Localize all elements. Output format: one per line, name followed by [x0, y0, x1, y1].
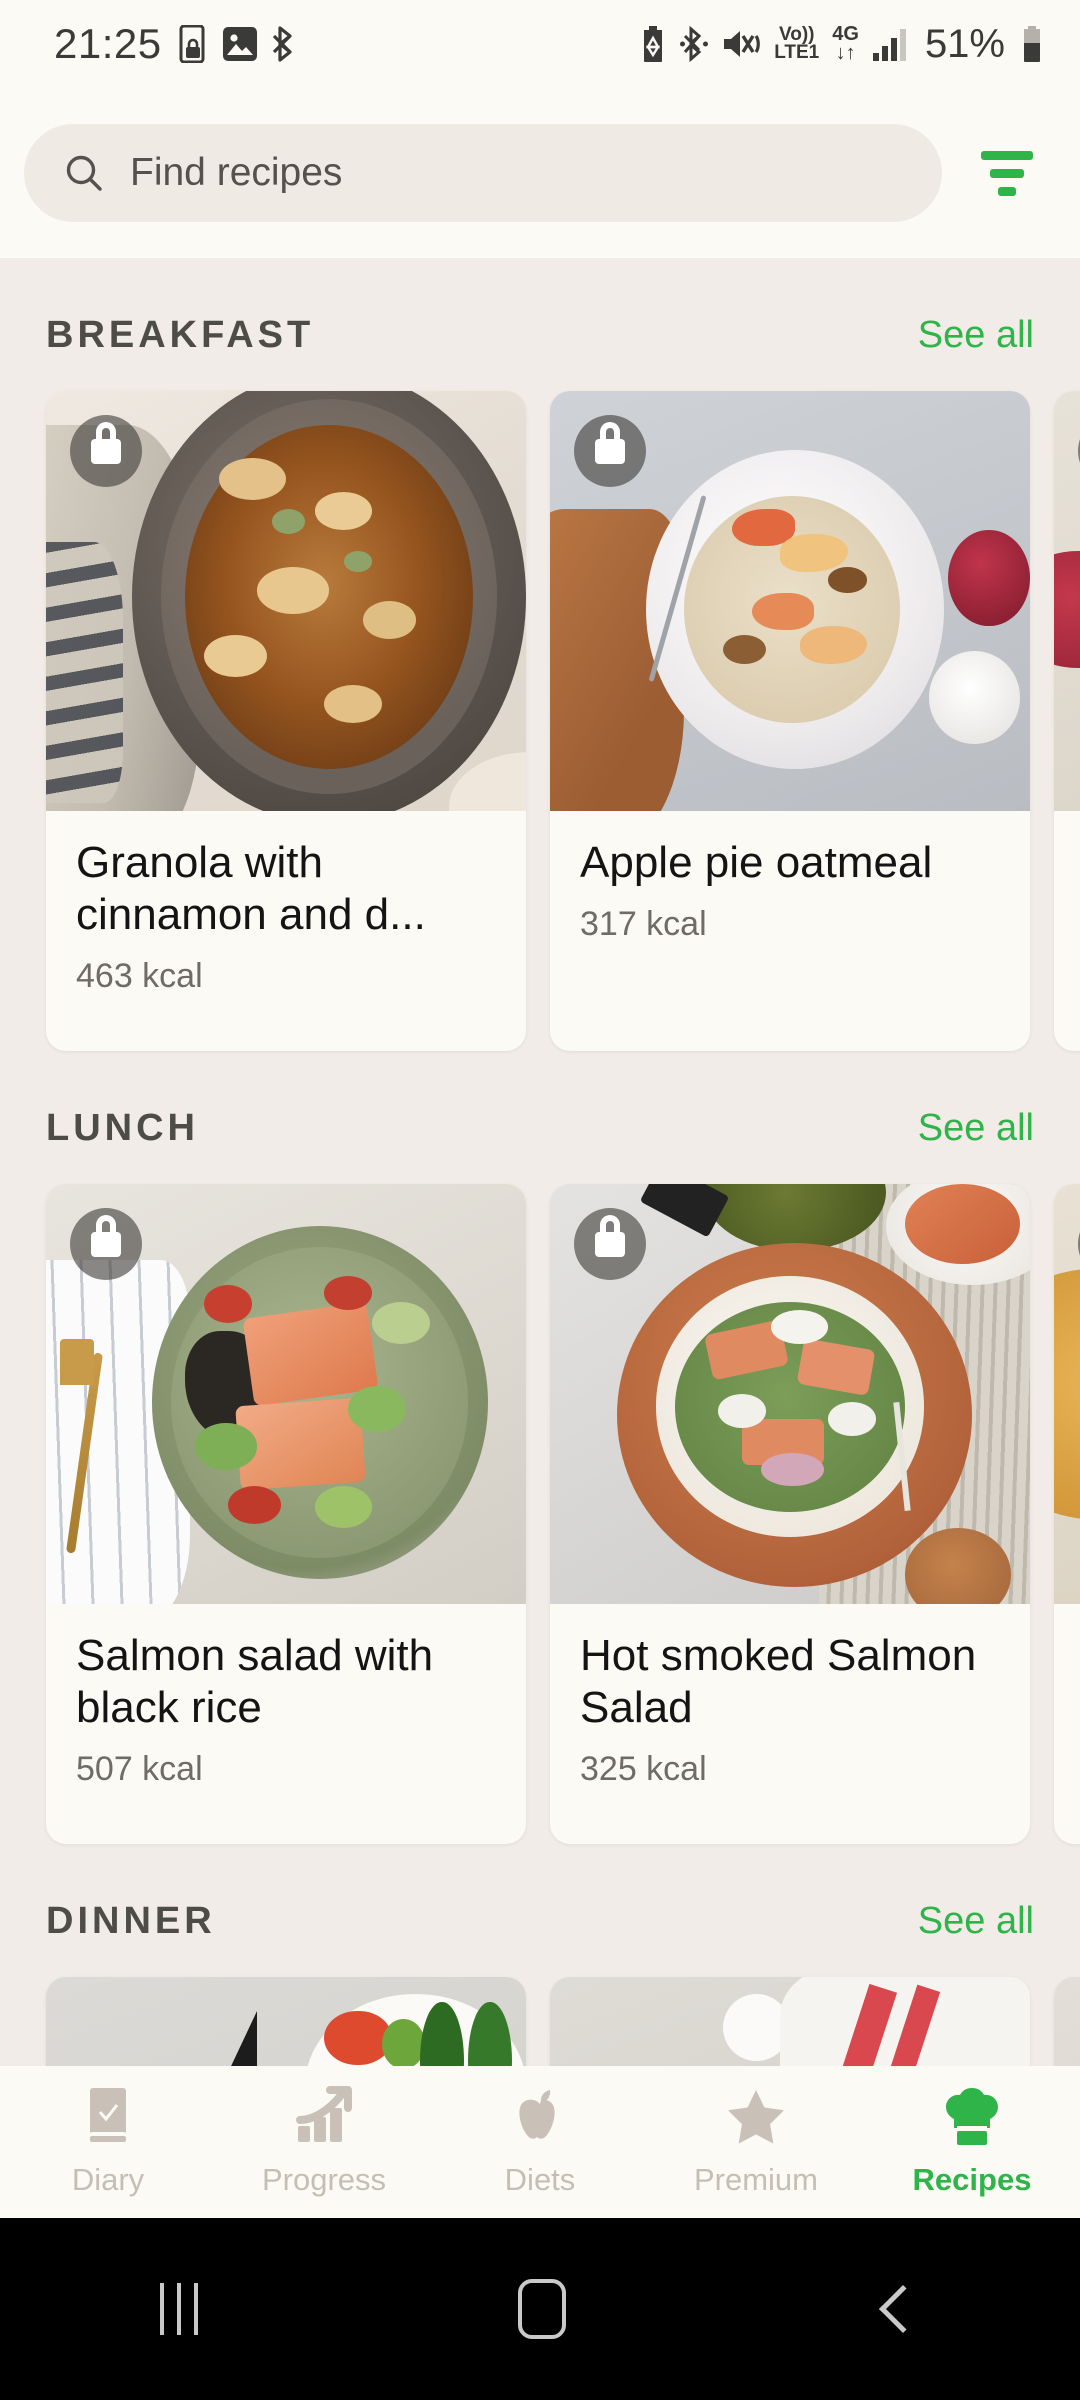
status-bar-left: 21:25 — [54, 20, 298, 68]
filter-bar-top — [981, 150, 1033, 160]
tab-label: Diary — [71, 2162, 145, 2197]
tab-label: Diets — [504, 2162, 576, 2197]
recipe-card[interactable] — [1054, 391, 1080, 1051]
bluetooth-icon — [272, 26, 292, 62]
lock-badge — [70, 1208, 142, 1280]
section-title: LUNCH — [46, 1107, 199, 1149]
android-navigation-bar — [0, 2218, 1080, 2400]
smoked-salmon-photo — [550, 1184, 1030, 1604]
tab-label: Progress — [261, 2162, 387, 2197]
search-icon — [66, 155, 102, 191]
see-all-lunch[interactable]: See all — [918, 1107, 1034, 1150]
recipe-title: Apple pie oatmeal — [580, 838, 933, 887]
lock-badge — [70, 415, 142, 487]
salmon-salad-photo — [46, 1184, 526, 1604]
recipe-kcal: 507 kcal — [76, 1749, 203, 1788]
filter-bar-bottom — [998, 186, 1016, 196]
progress-chart-icon — [294, 2086, 354, 2148]
recipe-card-body: Granola with cinnamon and d... 463 kcal — [46, 811, 526, 1051]
diary-book-icon — [81, 2086, 135, 2148]
bottom-tab-bar: Diary Progress Diets Premium Recipes — [0, 2066, 1080, 2218]
granola-bowl-photo — [46, 391, 526, 811]
tab-diary[interactable]: Diary — [0, 2086, 216, 2198]
signal-bars-icon — [872, 29, 906, 61]
section-header-breakfast: BREAKFAST See all — [0, 314, 1080, 357]
lock-icon — [595, 421, 625, 464]
recipe-kcal: 317 kcal — [580, 904, 707, 943]
recipe-kcal: 463 kcal — [76, 956, 203, 995]
recipe-card[interactable]: Granola with cinnamon and d... 463 kcal — [46, 391, 526, 1051]
recipe-card[interactable]: Salmon salad with black rice 507 kcal — [46, 1184, 526, 1844]
back-icon[interactable] — [878, 2284, 928, 2334]
dish-photo — [1054, 1184, 1080, 1604]
photos-icon — [222, 27, 257, 61]
status-bar: 21:25 Vo)) LTE1 4G ↓↑ 51% — [0, 0, 1080, 88]
search-header: Find recipes — [0, 88, 1080, 258]
oatmeal-bowl-photo — [550, 391, 1030, 811]
recipe-card-body: Hot smoked Salmon Salad 325 kcal — [550, 1604, 1030, 1844]
volte-icon: Vo)) LTE1 — [774, 23, 820, 63]
recents-icon[interactable] — [160, 2283, 198, 2335]
app-root: 21:25 Vo)) LTE1 4G ↓↑ 51% Find recipes B… — [0, 0, 1080, 2400]
battery-icon — [1024, 26, 1040, 62]
filter-bar-mid — [990, 168, 1024, 178]
lock-badge — [574, 415, 646, 487]
network-4g-icon: 4G ↓↑ — [832, 23, 859, 64]
battery-saver-icon — [644, 26, 663, 62]
section-title: DINNER — [46, 1900, 216, 1942]
see-all-breakfast[interactable]: See all — [918, 314, 1034, 357]
lock-badge — [574, 1208, 646, 1280]
tab-progress[interactable]: Progress — [216, 2086, 432, 2198]
section-header-lunch: LUNCH See all — [0, 1107, 1080, 1150]
status-clock: 21:25 — [54, 20, 162, 67]
recipe-card[interactable]: Hot smoked Salmon Salad 325 kcal — [550, 1184, 1030, 1844]
tab-recipes[interactable]: Recipes — [864, 2086, 1080, 2198]
status-bar-right: Vo)) LTE1 4G ↓↑ 51% — [639, 22, 1046, 67]
recipe-title: Granola with cinnamon and d... — [76, 838, 426, 939]
see-all-dinner[interactable]: See all — [918, 1900, 1034, 1943]
recipe-card-body — [1054, 811, 1080, 1051]
battery-percent-label: 51% — [924, 21, 1005, 66]
recipe-kcal: 325 kcal — [580, 1749, 707, 1788]
recipe-rail-lunch[interactable]: Salmon salad with black rice 507 kcal Ho… — [0, 1184, 1080, 1844]
search-placeholder: Find recipes — [130, 151, 343, 194]
home-icon[interactable] — [518, 2279, 566, 2339]
recipes-scroll-area[interactable]: BREAKFAST See all Granola with cinnamon … — [0, 258, 1080, 2102]
chef-hat-icon — [942, 2086, 1002, 2148]
recipe-card[interactable] — [1054, 1184, 1080, 1844]
recipe-card-body — [1054, 1604, 1080, 1844]
search-input[interactable]: Find recipes — [24, 124, 942, 222]
apple-icon — [513, 2086, 567, 2148]
tab-premium[interactable]: Premium — [648, 2086, 864, 2198]
tab-label: Recipes — [912, 2162, 1032, 2197]
screen-lock-rotation-icon — [179, 25, 205, 63]
section-title: BREAKFAST — [46, 314, 315, 356]
recipe-card-body: Salmon salad with black rice 507 kcal — [46, 1604, 526, 1844]
recipe-title: Hot smoked Salmon Salad — [580, 1631, 977, 1732]
mute-vibrate-icon — [724, 31, 761, 57]
filter-icon[interactable] — [968, 134, 1046, 212]
tab-diets[interactable]: Diets — [432, 2086, 648, 2198]
section-header-dinner: DINNER See all — [0, 1900, 1080, 1943]
recipe-card-body: Apple pie oatmeal 317 kcal — [550, 811, 1030, 1051]
lock-icon — [91, 1214, 121, 1257]
recipe-rail-breakfast[interactable]: Granola with cinnamon and d... 463 kcal — [0, 391, 1080, 1051]
tab-label: Premium — [693, 2162, 818, 2197]
lock-icon — [595, 1214, 625, 1257]
recipe-card[interactable]: Apple pie oatmeal 317 kcal — [550, 391, 1030, 1051]
recipe-title: Salmon salad with black rice — [76, 1631, 434, 1732]
bluetooth-connected-icon — [680, 25, 709, 63]
lock-icon — [91, 421, 121, 464]
star-icon — [725, 2086, 787, 2148]
fruit-photo — [1054, 391, 1080, 811]
